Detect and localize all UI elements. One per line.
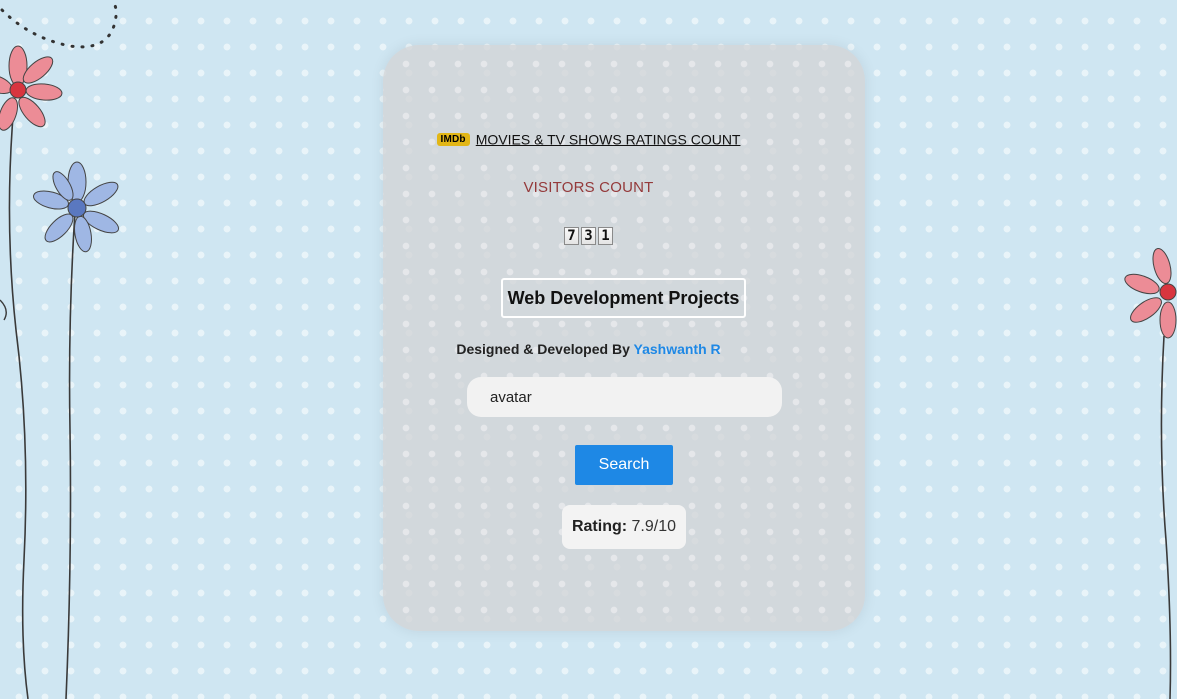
credit-line: Designed & Developed By Yashwanth R — [0, 341, 1177, 357]
visitors-count-label: VISITORS COUNT — [523, 179, 654, 196]
imdb-ratings-link[interactable]: MOVIES & TV SHOWS RATINGS COUNT — [476, 131, 741, 147]
search-input[interactable] — [467, 377, 782, 417]
counter-digit: 3 — [581, 227, 596, 245]
imdb-link-row: IMDb MOVIES & TV SHOWS RATINGS COUNT — [0, 130, 1177, 147]
search-button[interactable]: Search — [575, 445, 673, 485]
web-development-projects-title[interactable]: Web Development Projects — [501, 278, 746, 318]
counter-digit: 1 — [598, 227, 613, 245]
credit-prefix: Designed & Developed By — [456, 341, 630, 357]
rating-value: 7.9/10 — [631, 518, 677, 535]
counter-digit: 7 — [564, 227, 579, 245]
imdb-logo: IMDb — [436, 132, 470, 146]
rating-label: Rating: — [571, 518, 628, 535]
rating-display: Rating: 7.9/10 — [562, 505, 686, 549]
visitor-counter: 731 — [0, 227, 1177, 245]
author-link[interactable]: Yashwanth R — [634, 341, 721, 357]
